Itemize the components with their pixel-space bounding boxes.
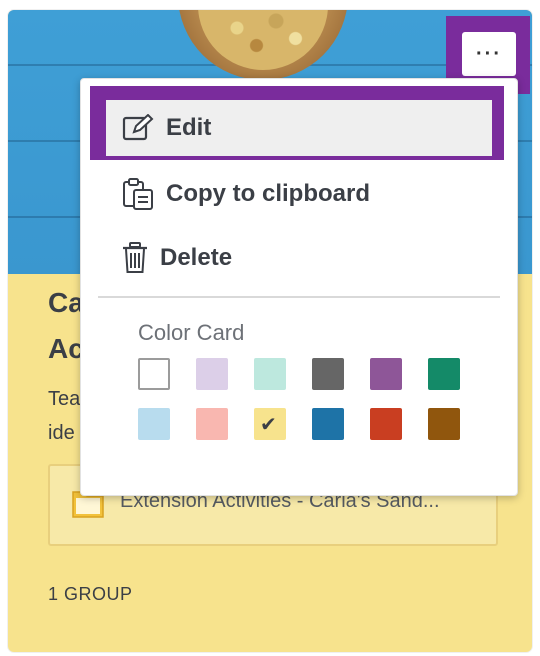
color-swatch-gray[interactable]: [312, 358, 344, 390]
menu-item-edit[interactable]: Edit: [106, 100, 492, 156]
menu-divider: [98, 296, 500, 298]
menu-item-label: Copy to clipboard: [166, 180, 370, 207]
color-swatch-white[interactable]: [138, 358, 170, 390]
color-swatch-mint[interactable]: [254, 358, 286, 390]
color-swatch-pink[interactable]: [196, 408, 228, 440]
checkmark-icon: ✔: [260, 414, 277, 436]
color-swatch-green[interactable]: [428, 358, 460, 390]
menu-item-label: Delete: [160, 244, 233, 271]
more-options-button[interactable]: ···: [462, 32, 516, 76]
group-count: 1 GROUP: [48, 584, 133, 604]
color-swatch-brown[interactable]: [428, 408, 460, 440]
trash-icon: [123, 242, 147, 273]
color-swatch-red[interactable]: [370, 408, 402, 440]
menu-item-delete[interactable]: Delete: [122, 238, 232, 278]
color-swatch-purple[interactable]: [370, 358, 402, 390]
color-swatch-blue[interactable]: [312, 408, 344, 440]
color-swatch-lavender[interactable]: [196, 358, 228, 390]
color-card-label: Color Card: [138, 320, 245, 345]
color-swatch-yellow[interactable]: ✔: [254, 408, 286, 440]
menu-item-copy-to-clipboard[interactable]: Copy to clipboard: [122, 174, 370, 214]
color-swatch-light-blue[interactable]: [138, 408, 170, 440]
edit-icon: [122, 114, 154, 141]
menu-item-label: Edit: [166, 114, 212, 141]
clipboard-icon: [123, 178, 153, 210]
